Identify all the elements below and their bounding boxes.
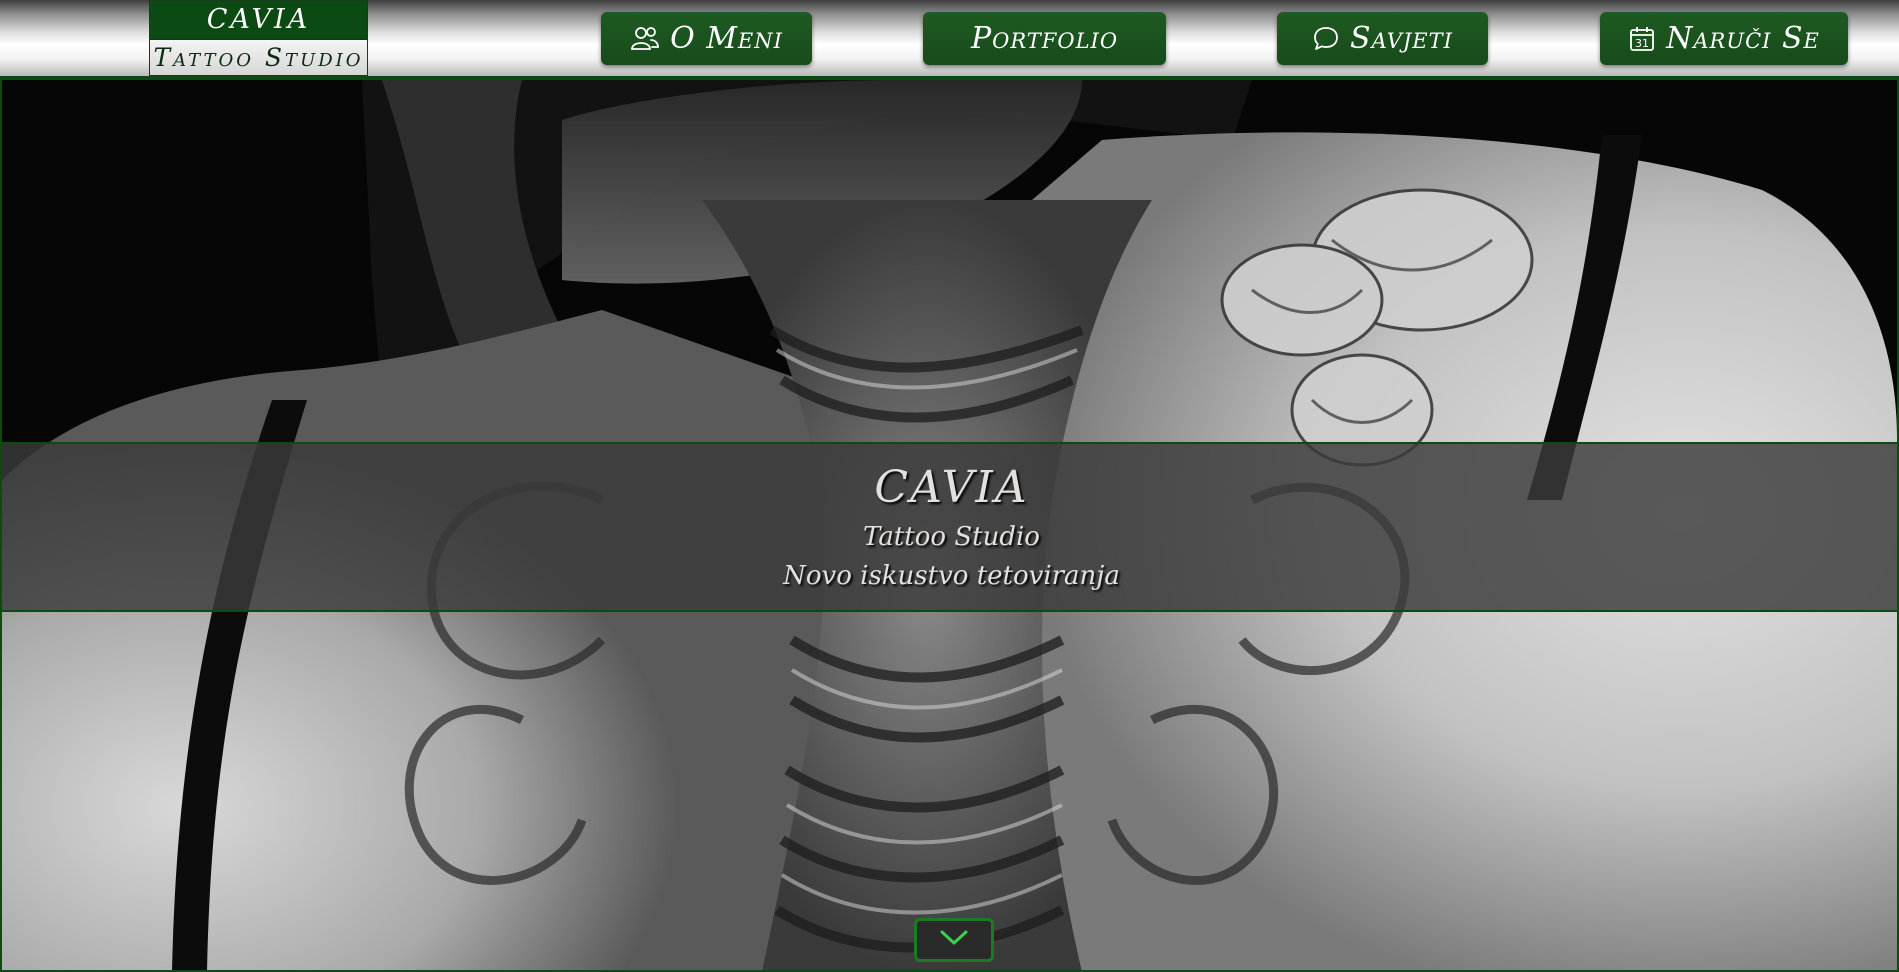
site-logo[interactable]: CAVIA Tattoo Studio xyxy=(149,0,368,76)
logo-name: CAVIA xyxy=(206,4,311,35)
hero-title: CAVIA xyxy=(874,462,1029,513)
calendar-icon-number: 31 xyxy=(1635,37,1649,50)
nav-label-o-meni: O Meni xyxy=(670,21,783,56)
nav-button-savjeti[interactable]: Savjeti xyxy=(1277,12,1488,65)
chat-bubble-icon xyxy=(1312,25,1340,53)
nav-label-naruci-se: Naruči Se xyxy=(1666,21,1820,56)
logo-subtitle: Tattoo Studio xyxy=(150,39,367,75)
hero-section: CAVIA Tattoo Studio Novo iskustvo tetovi… xyxy=(0,80,1899,972)
nav-button-o-meni[interactable]: O Meni xyxy=(601,12,812,65)
nav-button-naruci-se[interactable]: 31 Naruči Se xyxy=(1600,12,1848,65)
top-navigation-bar: CAVIA Tattoo Studio O Meni Portfolio Sav… xyxy=(0,0,1899,80)
people-icon xyxy=(630,26,660,52)
hero-tagline: Novo iskustvo tetoviranja xyxy=(783,561,1120,591)
hero-subtitle: Tattoo Studio xyxy=(863,522,1040,552)
nav-label-savjeti: Savjeti xyxy=(1350,21,1453,56)
chevron-down-icon xyxy=(939,929,969,951)
nav-label-portfolio: Portfolio xyxy=(970,21,1119,56)
scroll-down-button[interactable] xyxy=(914,918,994,962)
calendar-icon: 31 xyxy=(1628,25,1656,53)
hero-banner: CAVIA Tattoo Studio Novo iskustvo tetovi… xyxy=(2,442,1897,612)
nav-button-portfolio[interactable]: Portfolio xyxy=(923,12,1166,65)
